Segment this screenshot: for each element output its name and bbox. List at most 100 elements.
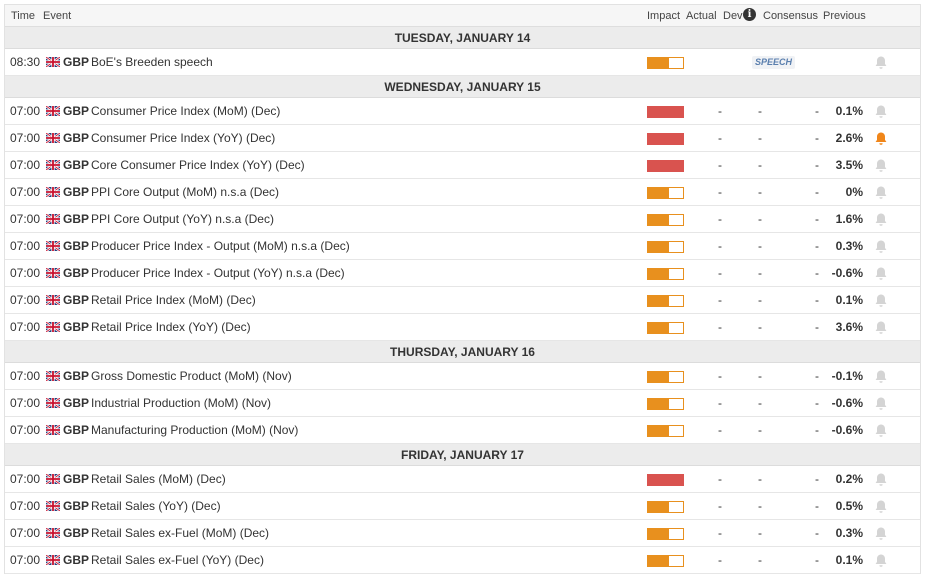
- event-deviation: -: [758, 131, 762, 145]
- alert-bell-icon[interactable]: [874, 131, 888, 146]
- event-row[interactable]: 07:00 GBP PPI Core Output (YoY) n.s.a (Dec…: [5, 206, 920, 233]
- day-header: TUESDAY, JANUARY 14: [5, 27, 920, 49]
- impact-high-indicator: [647, 474, 684, 486]
- uk-flag-icon: [45, 527, 61, 539]
- calendar-header: Time Event Impact Actual Dev i Consensus…: [5, 5, 920, 27]
- event-currency: GBP: [63, 266, 90, 280]
- event-row[interactable]: 07:00 GBP Retail Price Index (YoY) (Dec) - -…: [5, 314, 920, 341]
- uk-flag-icon: [45, 294, 61, 306]
- event-row[interactable]: 07:00 GBP Retail Sales (MoM) (Dec) - - -0.2%: [5, 466, 920, 493]
- event-name[interactable]: Consumer Price Index (MoM) (Dec): [91, 98, 280, 124]
- header-impact[interactable]: Impact: [647, 10, 680, 22]
- event-row[interactable]: 08:30 GBP BoE's Breeden speech SPEECH: [5, 49, 920, 76]
- event-name[interactable]: Retail Sales ex-Fuel (MoM) (Dec): [91, 520, 269, 546]
- header-event[interactable]: Event: [43, 10, 71, 22]
- uk-flag-icon: [45, 159, 61, 171]
- alert-bell-icon[interactable]: [874, 158, 888, 173]
- event-currency: GBP: [63, 131, 90, 145]
- event-currency: GBP: [63, 55, 90, 69]
- event-name[interactable]: Industrial Production (MoM) (Nov): [91, 390, 271, 416]
- header-actual[interactable]: Actual: [686, 10, 717, 22]
- event-name[interactable]: Retail Sales ex-Fuel (YoY) (Dec): [91, 547, 264, 573]
- event-time: 07:00: [10, 499, 41, 513]
- event-currency: GBP: [63, 369, 90, 383]
- alert-bell-icon[interactable]: [874, 185, 888, 200]
- uk-flag-icon: [45, 321, 61, 333]
- impact-medium-indicator: [647, 371, 684, 383]
- event-name[interactable]: Consumer Price Index (YoY) (Dec): [91, 125, 275, 151]
- event-previous: 0.2%: [835, 472, 863, 486]
- event-name[interactable]: Producer Price Index - Output (MoM) n.s.…: [91, 233, 350, 259]
- event-row[interactable]: 07:00 GBP Gross Domestic Product (MoM) (No…: [5, 363, 920, 390]
- event-previous: -0.1%: [831, 369, 863, 383]
- alert-bell-icon[interactable]: [874, 293, 888, 308]
- alert-bell-icon[interactable]: [874, 526, 888, 541]
- impact-high-indicator: [647, 133, 684, 145]
- event-previous: 0.1%: [835, 553, 863, 567]
- event-time: 07:00: [10, 472, 41, 486]
- event-time: 07:00: [10, 526, 41, 540]
- event-row[interactable]: 07:00 GBP Consumer Price Index (YoY) (Dec)…: [5, 125, 920, 152]
- event-deviation: -: [758, 423, 762, 437]
- impact-medium-indicator: [647, 187, 684, 199]
- event-row[interactable]: 07:00 GBP Retail Sales ex-Fuel (MoM) (Dec)…: [5, 520, 920, 547]
- uk-flag-icon: [45, 397, 61, 409]
- event-name[interactable]: Core Consumer Price Index (YoY) (Dec): [91, 152, 305, 178]
- header-consensus[interactable]: Consensus: [763, 10, 818, 22]
- event-row[interactable]: 07:00 GBP Industrial Production (MoM) (Nov…: [5, 390, 920, 417]
- alert-bell-icon[interactable]: [874, 239, 888, 254]
- alert-bell-icon[interactable]: [874, 423, 888, 438]
- event-row[interactable]: 07:00 GBP Retail Sales (YoY) (Dec) - - -0.5%: [5, 493, 920, 520]
- uk-flag-icon: [45, 267, 61, 279]
- event-name[interactable]: PPI Core Output (YoY) n.s.a (Dec): [91, 206, 274, 232]
- event-previous: 0.3%: [835, 526, 863, 540]
- alert-bell-icon[interactable]: [874, 499, 888, 514]
- event-name[interactable]: Retail Sales (YoY) (Dec): [91, 493, 221, 519]
- event-row[interactable]: 07:00 GBP PPI Core Output (MoM) n.s.a (Dec…: [5, 179, 920, 206]
- event-row[interactable]: 07:00 GBP Core Consumer Price Index (YoY) …: [5, 152, 920, 179]
- event-actual: -: [718, 212, 722, 226]
- uk-flag-icon: [45, 370, 61, 382]
- event-name[interactable]: Retail Price Index (MoM) (Dec): [91, 287, 256, 313]
- event-row[interactable]: 07:00 GBP Consumer Price Index (MoM) (Dec)…: [5, 98, 920, 125]
- event-previous: 3.5%: [835, 158, 863, 172]
- event-currency: GBP: [63, 185, 90, 199]
- event-name[interactable]: Retail Sales (MoM) (Dec): [91, 466, 226, 492]
- alert-bell-icon[interactable]: [874, 55, 888, 70]
- event-row[interactable]: 07:00 GBP Manufacturing Production (MoM) (…: [5, 417, 920, 444]
- event-deviation: -: [758, 499, 762, 513]
- event-name[interactable]: Retail Price Index (YoY) (Dec): [91, 314, 251, 340]
- alert-bell-icon[interactable]: [874, 396, 888, 411]
- event-previous: 0.1%: [835, 293, 863, 307]
- event-deviation: -: [758, 396, 762, 410]
- event-deviation: -: [758, 553, 762, 567]
- event-name[interactable]: Gross Domestic Product (MoM) (Nov): [91, 363, 292, 389]
- event-row[interactable]: 07:00 GBP Producer Price Index - Output (Y…: [5, 260, 920, 287]
- event-time: 07:00: [10, 212, 41, 226]
- alert-bell-icon[interactable]: [874, 104, 888, 119]
- alert-bell-icon[interactable]: [874, 212, 888, 227]
- event-name[interactable]: Manufacturing Production (MoM) (Nov): [91, 417, 298, 443]
- calendar-body: TUESDAY, JANUARY 14 08:30 GBP BoE's Breeden…: [5, 27, 920, 574]
- event-row[interactable]: 07:00 GBP Retail Price Index (MoM) (Dec) - -…: [5, 287, 920, 314]
- info-icon[interactable]: i: [743, 8, 756, 21]
- header-dev[interactable]: Dev: [723, 10, 743, 22]
- alert-bell-icon[interactable]: [874, 553, 888, 568]
- event-previous: 0.1%: [835, 104, 863, 118]
- impact-medium-indicator: [647, 268, 684, 280]
- event-row[interactable]: 07:00 GBP Producer Price Index - Output (M…: [5, 233, 920, 260]
- header-time[interactable]: Time: [11, 10, 35, 22]
- alert-bell-icon[interactable]: [874, 369, 888, 384]
- event-name[interactable]: Producer Price Index - Output (YoY) n.s.…: [91, 260, 345, 286]
- event-actual: -: [718, 131, 722, 145]
- event-row[interactable]: 07:00 GBP Retail Sales ex-Fuel (YoY) (Dec)…: [5, 547, 920, 574]
- event-name[interactable]: BoE's Breeden speech: [91, 49, 213, 75]
- alert-bell-icon[interactable]: [874, 320, 888, 335]
- alert-bell-icon[interactable]: [874, 266, 888, 281]
- event-name[interactable]: PPI Core Output (MoM) n.s.a (Dec): [91, 179, 279, 205]
- alert-bell-icon[interactable]: [874, 472, 888, 487]
- header-previous[interactable]: Previous: [823, 10, 866, 22]
- uk-flag-icon: [45, 105, 61, 117]
- impact-medium-indicator: [647, 214, 684, 226]
- impact-medium-indicator: [647, 425, 684, 437]
